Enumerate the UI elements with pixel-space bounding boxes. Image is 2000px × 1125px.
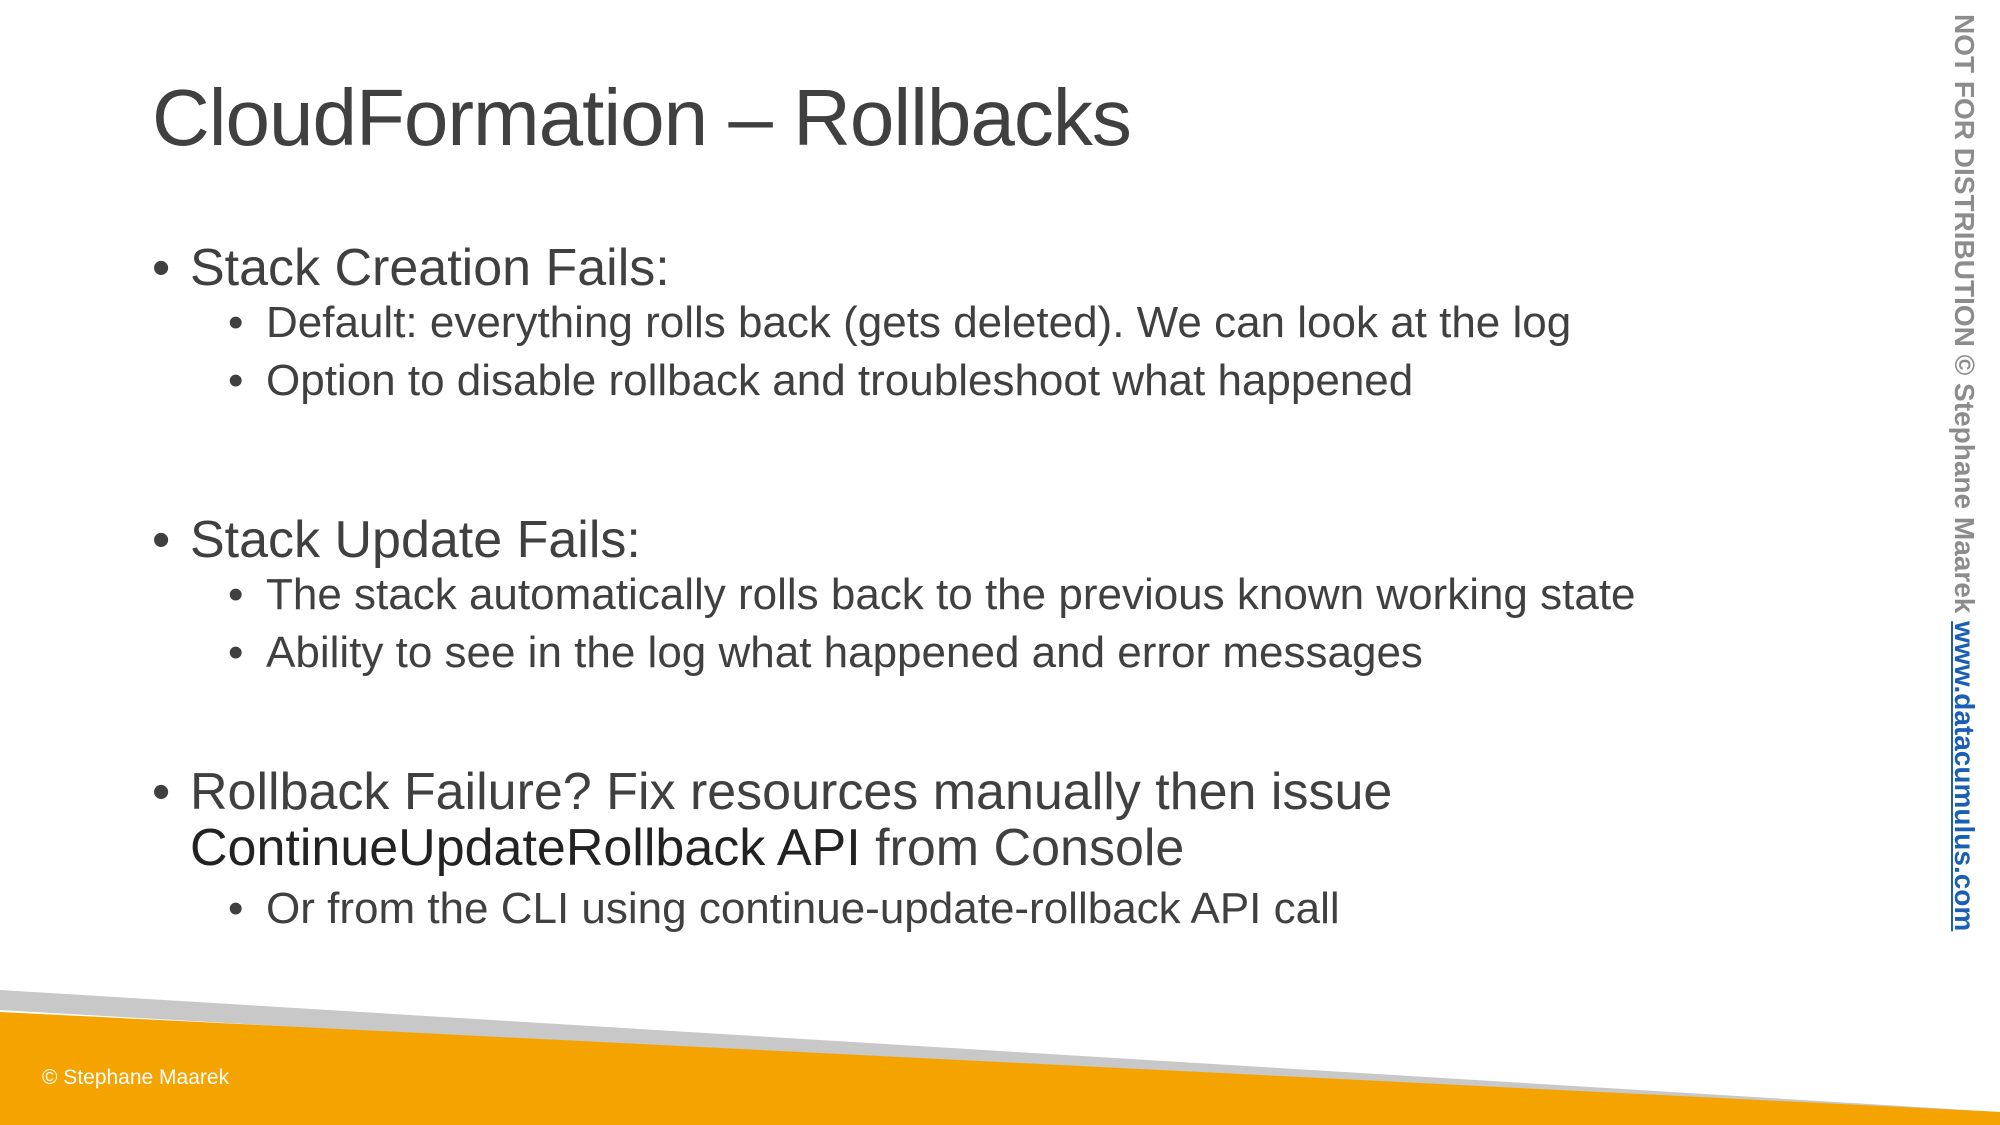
bullet-text: Or from the CLI using continue-update-ro… [266, 884, 1340, 933]
side-notice: NOT FOR DISTRIBUTION © Stephane Maarek w… [1948, 14, 1980, 931]
bullet-stack-update: • Stack Update Fails: [152, 510, 641, 570]
distribution-notice: NOT FOR DISTRIBUTION © Stephane Maarek [1949, 14, 1980, 622]
footer-copyright: © Stephane Maarek [42, 1066, 230, 1089]
bullet-rollback-failure: • Rollback Failure? Fix resources manuall… [152, 762, 1392, 822]
banner-orange [0, 1012, 2000, 1125]
sub-bullet-disable-rollback: • Option to disable rollback and troubles… [228, 356, 1413, 406]
bullet-text: Stack Update Fails: [190, 511, 641, 569]
bullet-text: Default: everything rolls back (gets del… [266, 298, 1572, 347]
bullet-rollback-failure-continued: ContinueUpdateRollback API from Console [190, 818, 1184, 878]
bullet-text-tail: from Console [860, 819, 1185, 877]
bullet-text: Stack Creation Fails: [190, 239, 670, 297]
bullet-text: Ability to see in the log what happened … [266, 628, 1423, 677]
bullet-text: The stack automatically rolls back to th… [266, 570, 1636, 619]
bullet-text: Option to disable rollback and troublesh… [266, 356, 1414, 405]
bullet-dot: • [152, 763, 171, 821]
bullet-dot: • [152, 511, 171, 569]
slide-title: CloudFormation – Rollbacks [152, 73, 1132, 162]
bullet-dot: • [228, 298, 244, 347]
bullet-stack-creation: • Stack Creation Fails: [152, 238, 670, 298]
sub-bullet-see-log: • Ability to see in the log what happened… [228, 628, 1423, 678]
bullet-dot: • [228, 628, 244, 677]
sub-bullet-cli: • Or from the CLI using continue-update-r… [228, 884, 1340, 934]
bullet-text: Rollback Failure? Fix resources manually… [190, 763, 1393, 821]
bullet-dot: • [152, 239, 171, 297]
bullet-dot: • [228, 570, 244, 619]
banner-gray-stripe [0, 990, 2000, 1125]
api-name: ContinueUpdateRollback API [190, 819, 861, 877]
bullet-dot: • [228, 356, 244, 405]
website-link[interactable]: www.datacumulus.com [1949, 621, 1980, 931]
sub-bullet-default-rollback: • Default: everything rolls back (gets de… [228, 298, 1571, 348]
sub-bullet-auto-rollback: • The stack automatically rolls back to t… [228, 570, 1636, 620]
bullet-dot: • [228, 884, 244, 933]
